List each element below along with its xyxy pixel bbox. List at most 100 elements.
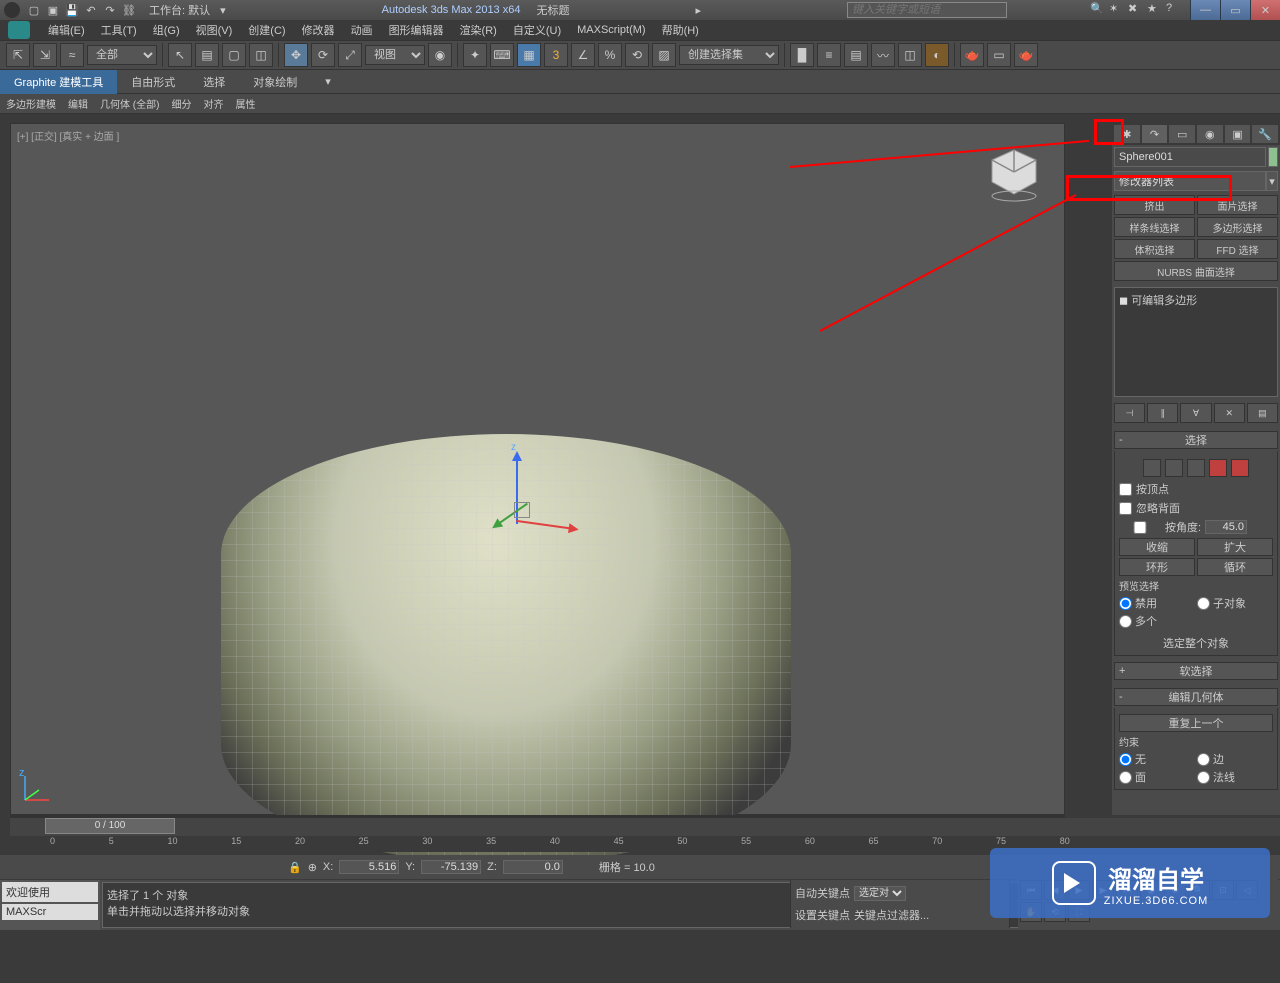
- coord-x-input[interactable]: [339, 860, 399, 874]
- link-tool-icon[interactable]: ⇱: [6, 43, 30, 67]
- menu-graph[interactable]: 图形编辑器: [381, 20, 452, 40]
- menu-tools[interactable]: 工具(T): [93, 20, 145, 40]
- save-icon[interactable]: 💾: [64, 2, 80, 18]
- maximize-button[interactable]: ▭: [1220, 0, 1250, 20]
- viewport[interactable]: [+] [正交] [真实 + 边面 ] z z: [10, 123, 1065, 815]
- modify-tab-icon[interactable]: ↷: [1142, 125, 1168, 143]
- spline-select-button[interactable]: 样条线选择: [1114, 217, 1195, 237]
- ffd-select-button[interactable]: FFD 选择: [1197, 239, 1278, 259]
- link-icon[interactable]: ⛓: [121, 2, 137, 18]
- unique-icon[interactable]: ∀: [1180, 403, 1211, 423]
- schematic-icon[interactable]: ◫: [898, 43, 922, 67]
- panel-subdiv[interactable]: 细分: [165, 94, 197, 113]
- edged-faces-icon[interactable]: ▨: [652, 43, 676, 67]
- workbench-dropdown-icon[interactable]: ▾: [220, 4, 226, 17]
- move-tool-icon[interactable]: ✥: [284, 43, 308, 67]
- menu-custom[interactable]: 自定义(U): [505, 20, 569, 40]
- object-name-input[interactable]: [1114, 147, 1266, 167]
- named-selection-dropdown[interactable]: 创建选择集: [679, 45, 779, 65]
- maxscript-button[interactable]: MAXScr: [2, 904, 98, 920]
- snap-toggle-icon[interactable]: ▦: [517, 43, 541, 67]
- rollout-selection[interactable]: -选择: [1114, 431, 1278, 449]
- stack-item-editpoly[interactable]: 可编辑多边形: [1131, 295, 1197, 307]
- snap-3-icon[interactable]: 3: [544, 43, 568, 67]
- key-target-dropdown[interactable]: 选定对: [854, 886, 906, 901]
- menu-create[interactable]: 创建(C): [240, 20, 293, 40]
- percent-snap-icon[interactable]: %: [598, 43, 622, 67]
- selection-lock-icon[interactable]: ⊕: [308, 861, 317, 874]
- angle-snap-icon[interactable]: ∠: [571, 43, 595, 67]
- menu-views[interactable]: 视图(V): [188, 20, 241, 40]
- app-menu-button[interactable]: [8, 21, 30, 39]
- panel-prop[interactable]: 属性: [229, 94, 261, 113]
- constraint-normal-radio[interactable]: [1197, 771, 1210, 784]
- panel-polymodel[interactable]: 多边形建模: [0, 94, 62, 113]
- select-icon[interactable]: ↖: [168, 43, 192, 67]
- utilities-tab-icon[interactable]: 🔧: [1252, 125, 1278, 143]
- ring-button[interactable]: 环形: [1119, 558, 1195, 576]
- infocenter-search-icon[interactable]: 🔍: [1090, 2, 1104, 16]
- viewport-object-sphere[interactable]: [221, 434, 791, 864]
- rollout-softsel[interactable]: +软选择: [1114, 662, 1278, 680]
- constraint-face-radio[interactable]: [1119, 771, 1132, 784]
- ribbon-tab-paint[interactable]: 对象绘制: [239, 70, 311, 94]
- angle-spinner[interactable]: [1205, 520, 1247, 534]
- scale-tool-icon[interactable]: ⤢: [338, 43, 362, 67]
- constraint-none-radio[interactable]: [1119, 753, 1132, 766]
- menu-help[interactable]: 帮助(H): [654, 20, 707, 40]
- select-name-icon[interactable]: ▤: [195, 43, 219, 67]
- object-color-swatch[interactable]: [1268, 147, 1278, 167]
- constraint-edge-radio[interactable]: [1197, 753, 1210, 766]
- curve-editor-icon[interactable]: 〰: [871, 43, 895, 67]
- exchange-icon[interactable]: ✖: [1128, 2, 1142, 16]
- refcoord-dropdown[interactable]: 视图: [365, 45, 425, 65]
- preview-disable-radio[interactable]: [1119, 597, 1132, 610]
- vertex-mode-icon[interactable]: [1143, 459, 1161, 477]
- viewport-label[interactable]: [+] [正交] [真实 + 边面 ]: [17, 128, 119, 143]
- pin-stack-icon[interactable]: ⊣: [1114, 403, 1145, 423]
- welcome-button[interactable]: 欢迎使用: [2, 882, 98, 902]
- rotate-tool-icon[interactable]: ⟳: [311, 43, 335, 67]
- autokey-button[interactable]: 自动关键点: [795, 885, 850, 901]
- open-icon[interactable]: ▣: [45, 2, 61, 18]
- key-filter-button[interactable]: 关键点过滤器...: [854, 907, 929, 923]
- keyboard-shortcut-icon[interactable]: ⌨: [490, 43, 514, 67]
- panel-edit[interactable]: 编辑: [62, 94, 94, 113]
- layer-icon[interactable]: ▤: [844, 43, 868, 67]
- edge-mode-icon[interactable]: [1165, 459, 1183, 477]
- favorites-icon[interactable]: ★: [1147, 2, 1161, 16]
- modifier-stack[interactable]: ◼ 可编辑多边形: [1114, 287, 1278, 397]
- polygon-mode-icon[interactable]: [1209, 459, 1227, 477]
- gizmo-plane[interactable]: [514, 502, 530, 518]
- mirror-icon[interactable]: ▐▌: [790, 43, 814, 67]
- search-input[interactable]: [847, 2, 1007, 18]
- render-icon[interactable]: 🫖: [1014, 43, 1038, 67]
- motion-tab-icon[interactable]: ◉: [1197, 125, 1223, 143]
- nurbs-select-button[interactable]: NURBS 曲面选择: [1114, 261, 1278, 281]
- byvertex-checkbox[interactable]: [1119, 483, 1132, 496]
- help-icon[interactable]: ?: [1166, 2, 1180, 16]
- rollout-editgeom[interactable]: -编辑几何体: [1114, 688, 1278, 706]
- render-frame-icon[interactable]: ▭: [987, 43, 1011, 67]
- workbench-label[interactable]: 工作台: 默认: [149, 2, 210, 18]
- coord-y-input[interactable]: [421, 860, 481, 874]
- selection-filter-dropdown[interactable]: 全部: [87, 45, 157, 65]
- menu-modifiers[interactable]: 修改器: [294, 20, 343, 40]
- unlink-tool-icon[interactable]: ⇲: [33, 43, 57, 67]
- menu-edit[interactable]: 编辑(E): [40, 20, 93, 40]
- menu-maxscript[interactable]: MAXScript(M): [569, 22, 653, 38]
- material-editor-icon[interactable]: ◐: [925, 43, 949, 67]
- menu-group[interactable]: 组(G): [145, 20, 188, 40]
- element-mode-icon[interactable]: [1231, 459, 1249, 477]
- shrink-button[interactable]: 收缩: [1119, 538, 1195, 556]
- infocenter-arrow-icon[interactable]: ▸: [695, 4, 701, 17]
- remove-mod-icon[interactable]: ✕: [1214, 403, 1245, 423]
- redo-icon[interactable]: ↷: [102, 2, 118, 18]
- loop-button[interactable]: 循环: [1197, 558, 1273, 576]
- close-button[interactable]: ✕: [1250, 0, 1280, 20]
- modifier-list-dropdown[interactable]: [1114, 171, 1266, 191]
- menu-render[interactable]: 渲染(R): [452, 20, 505, 40]
- undo-icon[interactable]: ↶: [83, 2, 99, 18]
- face-select-button[interactable]: 面片选择: [1197, 195, 1278, 215]
- ribbon-tab-graphite[interactable]: Graphite 建模工具: [0, 70, 117, 94]
